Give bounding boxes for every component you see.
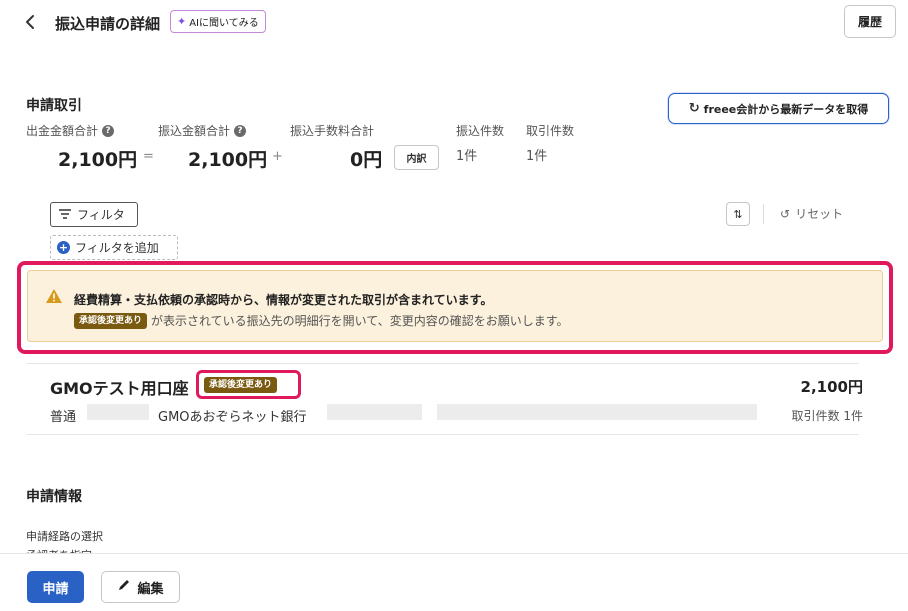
alert-title: 経費精算・支払依頼の承認時から、情報が変更された取引が含まれています。 [74,293,493,307]
account-amount: 2,100円 [800,378,863,396]
changed-badge: 承認後変更あり [74,312,148,329]
plus-sign: + [272,149,283,164]
account-type: 普通 [50,410,77,425]
transfer-count-value: 1件 [456,149,478,164]
equals-sign: = [143,149,154,164]
fee-total-label: 振込手数料合計 [290,124,375,138]
alert-message-text: が表示されている振込先の明細行を開いて、変更内容の確認をお願いします。 [151,314,569,328]
divider [27,434,859,435]
sort-icon[interactable]: ⇅ [726,202,750,226]
edit-button[interactable]: 編集 [101,571,180,603]
filter-icon [59,208,71,222]
warning-icon [45,288,63,304]
reset-button[interactable]: ↺ リセット [780,205,843,222]
transactions-title: 申請取引 [26,98,82,114]
ask-ai-label: AIに聞いてみる [189,18,259,29]
edit-label: 編集 [137,581,164,597]
filter-button[interactable]: フィルタ [50,202,138,227]
alert-message: 承認後変更あり が表示されている振込先の明細行を開いて、変更内容の確認をお願いし… [74,312,569,329]
reset-icon: ↺ [780,206,791,221]
help-icon[interactable]: ? [234,124,247,137]
transfer-total-text: 振込金額合計 [158,124,231,138]
redacted-field [437,404,757,420]
pencil-icon [117,578,131,596]
account-name[interactable]: GMOテスト用口座 [50,375,189,399]
help-icon[interactable]: ? [102,124,115,137]
add-filter-button[interactable]: + フィルタを追加 [50,235,178,260]
ask-ai-button[interactable]: ✦ AIに聞いてみる [170,10,266,33]
history-button[interactable]: 履歴 [844,5,896,38]
reset-label: リセット [795,207,844,221]
refresh-data-button[interactable]: ↻ freee会計から最新データを取得 [668,93,889,124]
page-title: 振込申請の詳細 [55,15,161,33]
outgoing-total-value: 2,100円 [58,149,138,171]
txn-count-value: 1件 [526,149,548,164]
bank-name: GMOあおぞらネット銀行 [158,410,307,425]
sparkle-icon: ✦ [177,15,187,28]
outgoing-total-label: 出金金額合計 ? [26,122,115,139]
redacted-field [87,404,149,420]
add-filter-label: フィルタを追加 [75,241,159,255]
refresh-label: freee会計から最新データを取得 [703,102,869,116]
transfer-count-label: 振込件数 [456,124,505,138]
plus-circle-icon: + [57,241,70,254]
submit-button[interactable]: 申請 [27,571,84,603]
fee-total-value: 0円 [350,149,383,171]
changed-badge: 承認後変更あり [204,377,278,393]
divider [763,204,764,224]
txn-count-label: 取引件数 [526,124,575,138]
account-txn-count: 取引件数 1件 [791,409,863,423]
breakdown-button[interactable]: 内訳 [394,145,439,170]
divider [27,363,859,364]
transfer-total-value: 2,100円 [188,149,268,171]
outgoing-total-text: 出金金額合計 [26,124,99,138]
chevron-left-icon[interactable] [20,11,42,33]
filter-label: フィルタ [77,208,125,222]
route-label: 申請経路の選択 [26,530,103,543]
transfer-total-label: 振込金額合計 ? [158,122,247,139]
refresh-icon: ↻ [688,101,700,116]
page-header: 振込申請の詳細 ✦ AIに聞いてみる 履歴 [0,0,908,46]
application-info-title: 申請情報 [26,489,82,505]
redacted-field [327,404,422,420]
